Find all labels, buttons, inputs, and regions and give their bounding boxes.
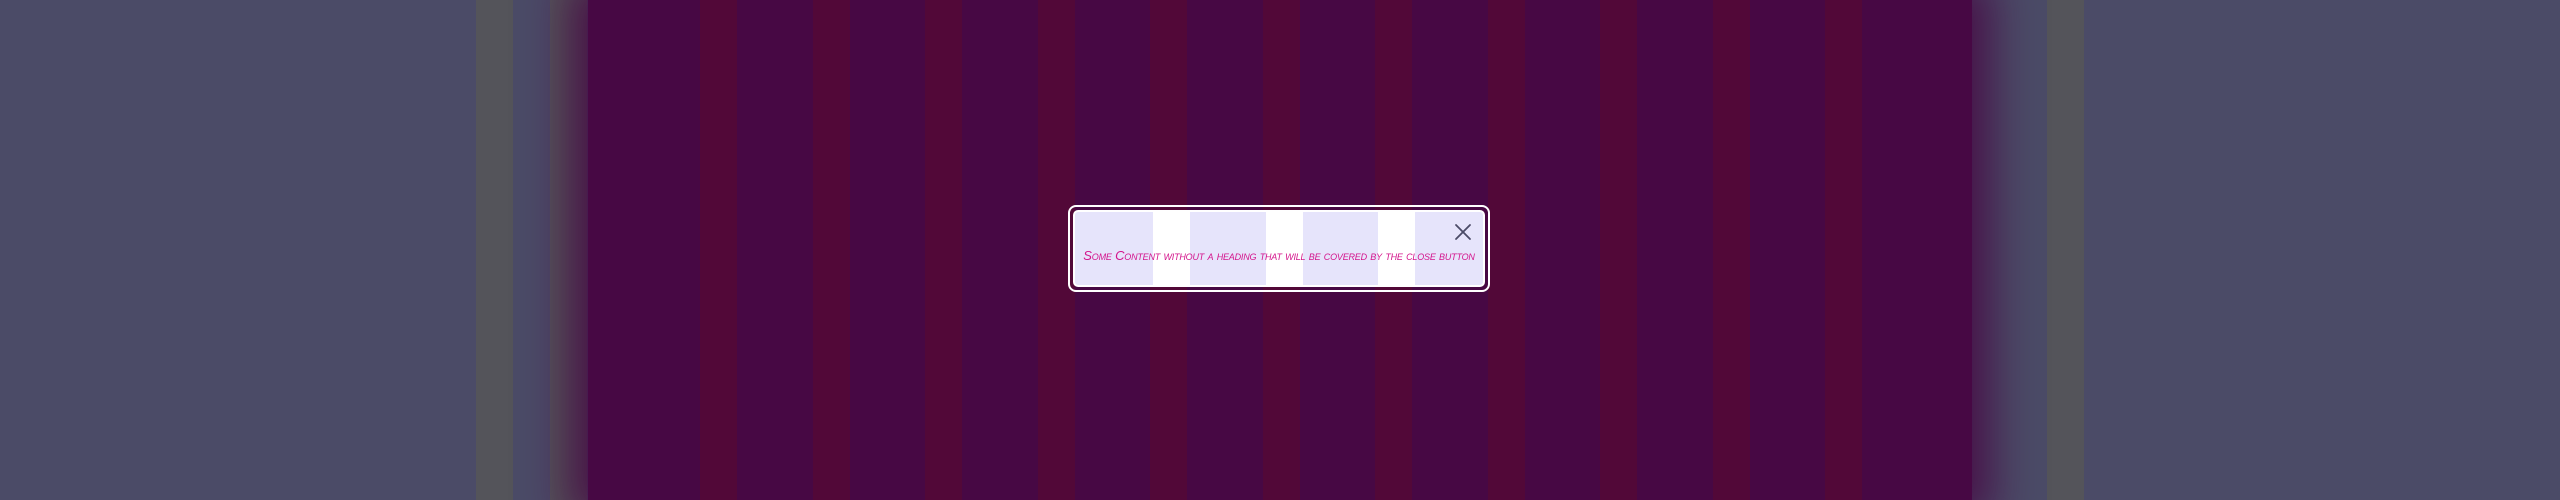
backdrop-stripe xyxy=(700,0,737,500)
backdrop-stripe xyxy=(1825,0,1862,500)
backdrop-stripe xyxy=(1488,0,1525,500)
backdrop-stripe xyxy=(1713,0,1750,500)
dialog-body: Some Content without a heading that will… xyxy=(1073,210,1485,287)
background-stripe xyxy=(550,0,587,500)
close-icon xyxy=(1455,224,1471,240)
backdrop-stripe xyxy=(813,0,850,500)
backdrop-stripe xyxy=(925,0,962,500)
backdrop-stripe xyxy=(1600,0,1637,500)
close-button[interactable] xyxy=(1451,220,1475,244)
background-stripe xyxy=(476,0,513,500)
background-stripe xyxy=(2047,0,2084,500)
dialog-content-text: Some Content without a heading that will… xyxy=(1083,248,1475,263)
dialog: Some Content without a heading that will… xyxy=(1068,205,1490,292)
